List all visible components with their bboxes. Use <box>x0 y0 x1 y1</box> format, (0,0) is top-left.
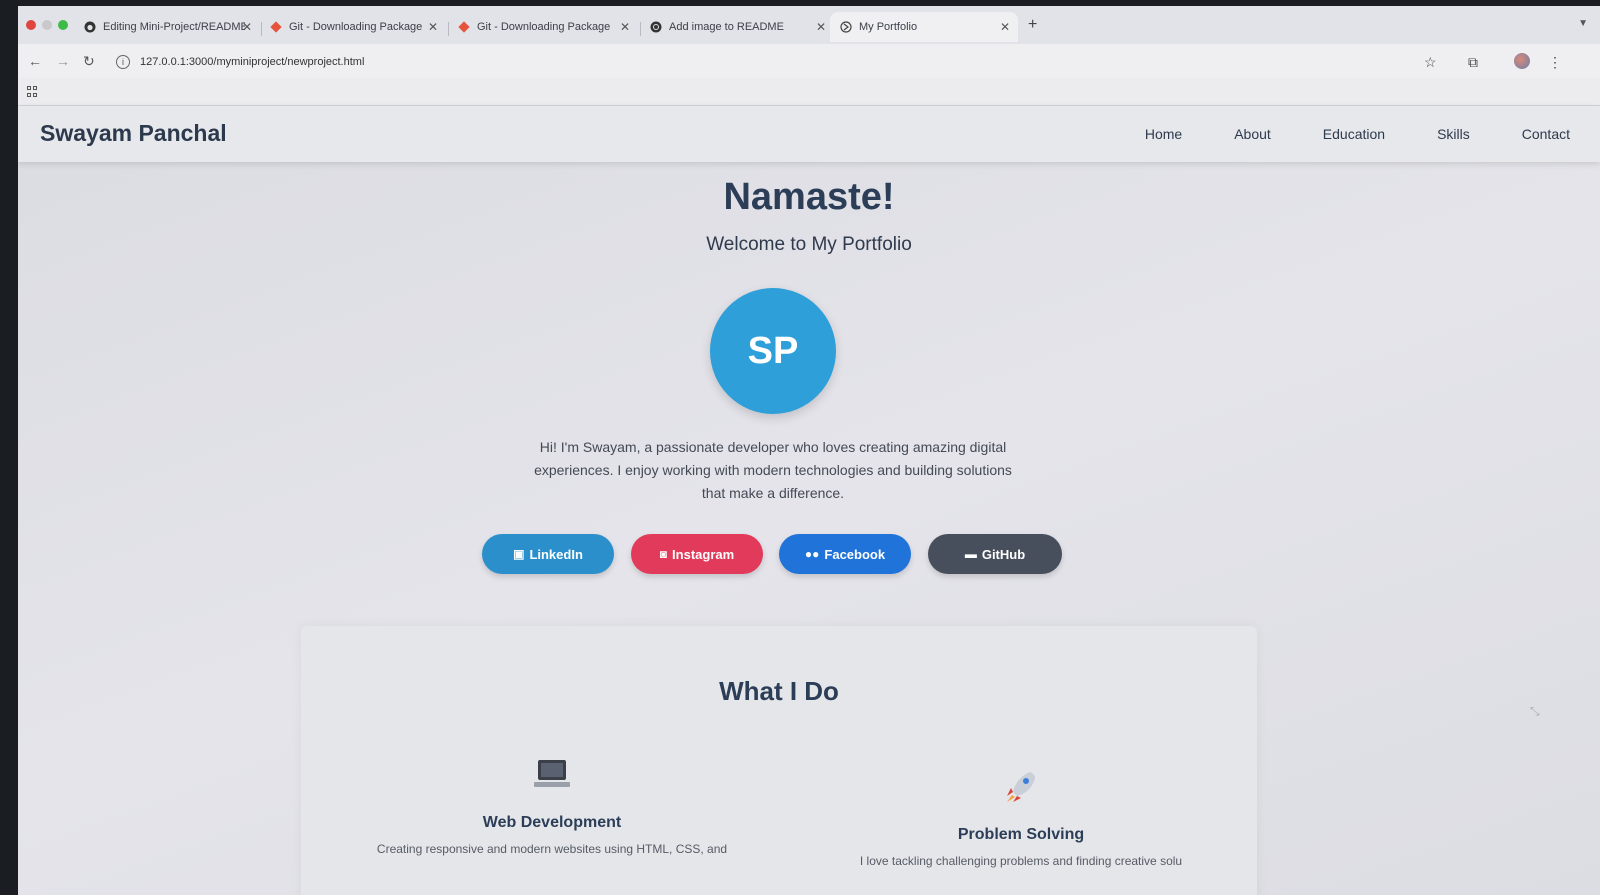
chevron-down-icon[interactable]: ▼ <box>1578 18 1588 29</box>
close-icon[interactable]: ✕ <box>242 20 252 34</box>
maximize-window-button[interactable] <box>58 20 68 30</box>
feature-web-development: Web Development Creating responsive and … <box>327 754 777 856</box>
tab-editing-readme[interactable]: Editing Mini-Project/README ✕ <box>74 12 260 42</box>
feature-description: I love tackling challenging problems and… <box>859 854 1183 868</box>
hero-title: Namaste! <box>723 176 895 218</box>
people-icon: ●● <box>804 547 820 561</box>
feature-name: Problem Solving <box>957 826 1085 843</box>
minimize-window-button[interactable] <box>42 20 52 30</box>
bio-text: Hi! I'm Swayam, a passionate developer w… <box>534 439 1012 501</box>
nav-link-skills[interactable]: Skills <box>1437 126 1470 142</box>
tab-bar: Editing Mini-Project/README ✕ Git - Down… <box>18 6 1600 44</box>
bookmarks-bar <box>18 78 1600 106</box>
address-toolbar: ← → ↻ i 127.0.0.1:3000/myminiproject/new… <box>18 44 1600 78</box>
laptop-icon: ▬ <box>964 547 977 561</box>
linkedin-icon: ▣ <box>513 547 525 561</box>
new-tab-icon[interactable]: + <box>1028 16 1037 34</box>
site-info-icon[interactable]: i <box>116 55 130 69</box>
instagram-button[interactable]: ◙ Instagram <box>631 534 763 574</box>
browser-menu-icon[interactable]: ⋮ <box>1548 54 1562 71</box>
github-button[interactable]: ▬ GitHub <box>928 534 1062 574</box>
tab-git-download-2[interactable]: Git - Downloading Package ✕ <box>448 12 638 42</box>
bookmark-star-icon[interactable]: ☆ <box>1424 54 1437 71</box>
profile-avatar-icon[interactable] <box>1514 53 1530 69</box>
git-icon <box>458 21 470 33</box>
nav-link-education[interactable]: Education <box>1323 126 1385 142</box>
tab-label: Add image to README <box>669 21 784 33</box>
what-i-do-section: What I Do Web Development Creating respo… <box>301 626 1257 895</box>
close-icon[interactable]: ✕ <box>1000 20 1010 34</box>
tab-label: Editing Mini-Project/README <box>103 21 245 33</box>
apps-grid-icon[interactable] <box>27 86 38 97</box>
tab-my-portfolio[interactable]: My Portfolio ✕ <box>830 12 1018 42</box>
laptop-icon <box>327 754 777 804</box>
close-icon[interactable]: ✕ <box>620 20 630 34</box>
tab-git-download-1[interactable]: Git - Downloading Package ✕ <box>260 12 446 42</box>
feature-problem-solving: Problem Solving I love tackling challeng… <box>796 766 1246 868</box>
nav-link-contact[interactable]: Contact <box>1522 126 1570 142</box>
page-icon <box>840 21 852 33</box>
avatar: SP <box>710 288 836 414</box>
reload-icon[interactable]: ↻ <box>83 53 95 70</box>
back-icon[interactable]: ← <box>28 53 42 69</box>
chatgpt-icon <box>650 21 662 33</box>
close-icon[interactable]: ✕ <box>428 20 438 34</box>
tab-label: Git - Downloading Package <box>477 21 611 33</box>
nav-link-about[interactable]: About <box>1234 126 1271 142</box>
site-navbar: Swayam Panchal Home About Education Skil… <box>18 106 1600 162</box>
browser-window: Editing Mini-Project/README ✕ Git - Down… <box>18 6 1600 895</box>
portfolio-page: Swayam Panchal Home About Education Skil… <box>18 106 1600 895</box>
camera-icon: ◙ <box>659 547 668 561</box>
rocket-icon <box>796 766 1246 816</box>
window-controls <box>26 20 68 30</box>
facebook-button[interactable]: ●● Facebook <box>779 534 911 574</box>
extensions-icon[interactable]: ⧉ <box>1468 54 1478 71</box>
close-icon[interactable]: ✕ <box>816 20 826 34</box>
avatar-initials: SP <box>747 329 799 372</box>
git-icon <box>270 21 282 33</box>
site-brand[interactable]: Swayam Panchal <box>40 120 227 147</box>
section-title: What I Do <box>719 676 839 706</box>
forward-icon[interactable]: → <box>56 53 70 69</box>
github-icon <box>84 21 96 33</box>
close-window-button[interactable] <box>26 20 36 30</box>
tab-label: My Portfolio <box>859 21 918 33</box>
feature-name: Web Development <box>482 814 622 831</box>
feature-description: Creating responsive and modern websites … <box>376 842 728 856</box>
linkedin-button[interactable]: ▣ LinkedIn <box>482 534 614 574</box>
url-text: 127.0.0.1:3000/myminiproject/newproject.… <box>140 56 365 68</box>
resize-handle-icon: ⤡ <box>1530 704 1540 718</box>
address-bar[interactable]: i 127.0.0.1:3000/myminiproject/newprojec… <box>110 50 1400 74</box>
hero-subtitle: Welcome to My Portfolio <box>706 234 912 255</box>
nav-links: Home About Education Skills Contact <box>1145 126 1570 142</box>
tab-add-image-readme[interactable]: Add image to README ✕ <box>640 12 834 42</box>
nav-link-home[interactable]: Home <box>1145 126 1182 142</box>
tab-label: Git - Downloading Package <box>289 21 423 33</box>
